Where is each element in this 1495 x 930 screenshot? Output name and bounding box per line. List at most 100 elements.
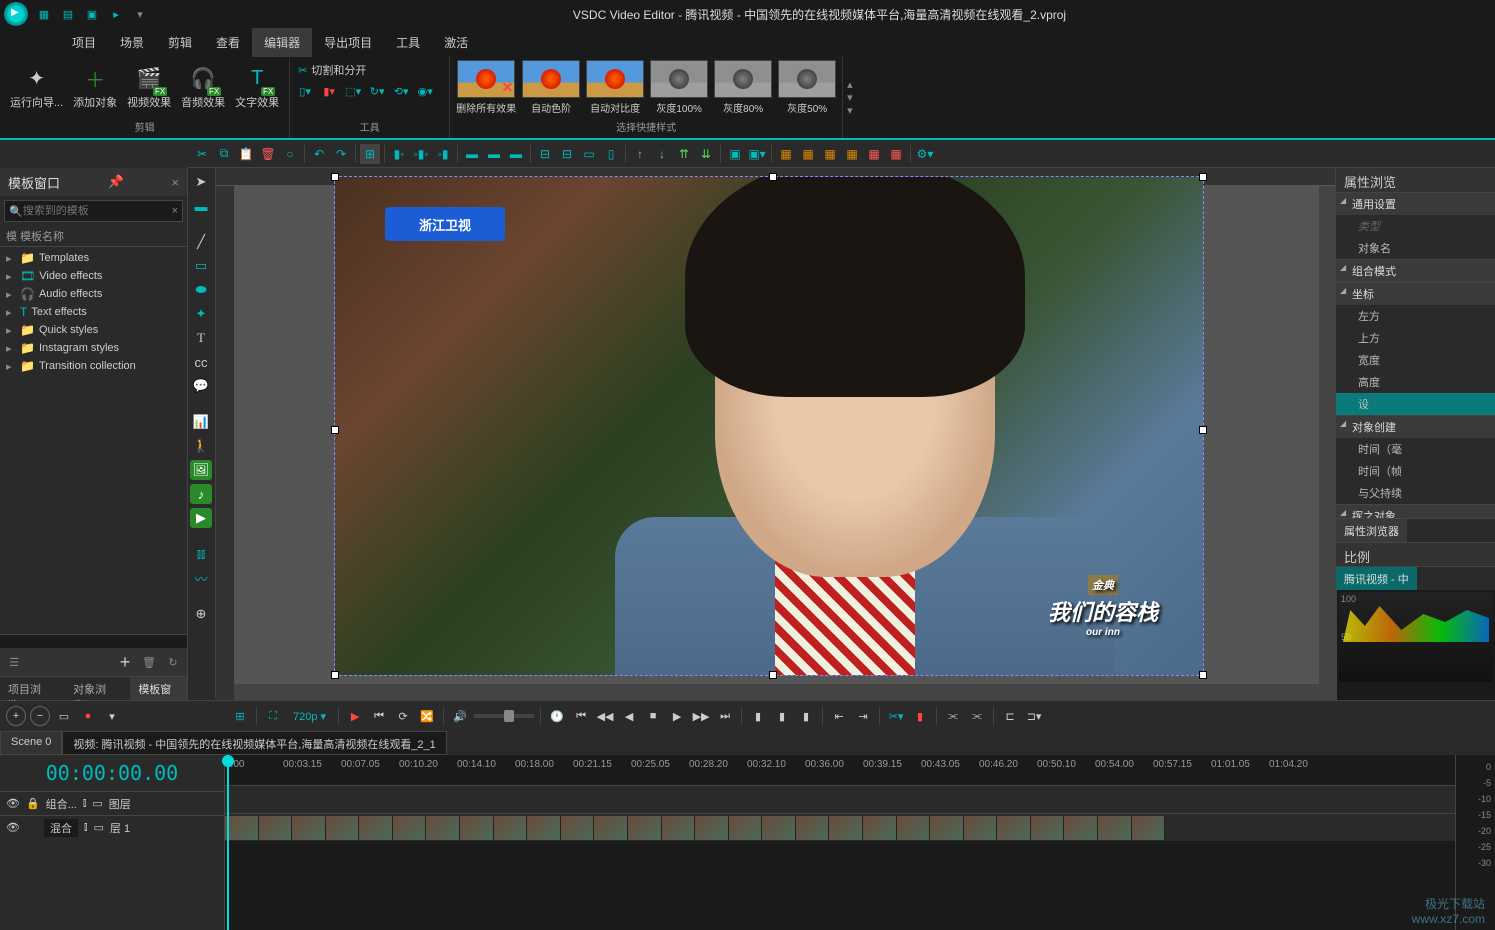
step-fwd-icon[interactable]: ▶▶ [691,706,711,726]
blend-combo[interactable]: 混合 [44,819,78,837]
fit-width-icon[interactable]: ▭ [579,144,599,164]
eye2-icon[interactable]: 👁 [6,821,20,834]
qat-open-icon[interactable]: ▤ [60,6,76,22]
tree-item[interactable]: ▸📁Instagram styles [2,339,185,357]
property-row[interactable]: 宽度 [1336,349,1495,371]
resize-handle-nw[interactable] [331,173,339,181]
spectrum-tool-icon[interactable]: ⫾⫾ [190,544,212,564]
panel-list-icon[interactable]: ☰ [6,654,22,670]
tree-item[interactable]: ▸TText effects [2,303,185,321]
volume-slider[interactable] [474,714,534,718]
tree-item[interactable]: ▸🎧Audio effects [2,285,185,303]
styles-scroll-down-icon[interactable]: ▾ [847,91,853,104]
quick-style-item[interactable]: 灰度50% [778,60,836,115]
undo-icon[interactable]: ↶ [309,144,329,164]
timeline-ruler[interactable]: 0.0000:03.1500:07.0500:10.2000:14.1000:1… [225,755,1455,785]
pin-icon[interactable]: 📌 [108,174,124,190]
split-icon[interactable]: ✂▾ [886,706,906,726]
align-left-icon[interactable]: ▮◦ [389,144,409,164]
tool-flip-icon[interactable]: ⟲▾ [392,82,410,100]
person-tool-icon[interactable]: 🚶 [190,436,212,456]
arrow-down2-icon[interactable]: ⇊ [696,144,716,164]
playhead[interactable] [227,755,229,930]
grid6-icon[interactable]: ▦ [886,144,906,164]
grid1-icon[interactable]: ▦ [776,144,796,164]
tree-item[interactable]: ▸📁Transition collection [2,357,185,375]
resize-handle-ne[interactable] [1199,173,1207,181]
marker3-icon[interactable]: ▮ [796,706,816,726]
ratio-tab[interactable]: 腾讯视频 - 中 [1336,567,1417,590]
qat-new-icon[interactable]: ▦ [36,6,52,22]
group-icon[interactable]: ▣ [725,144,745,164]
resize-handle-w[interactable] [331,426,339,434]
tool-rotate-icon[interactable]: ↻▾ [368,82,386,100]
redo-icon[interactable]: ↷ [331,144,351,164]
loop-icon[interactable]: ⟳ [393,706,413,726]
property-row[interactable]: 时间（毫 [1336,438,1495,460]
property-section-header[interactable]: 挥之对象 [1336,504,1495,518]
distribute-h-icon[interactable]: ⊟ [535,144,555,164]
video-object[interactable]: 浙江卫视 金典 我们的容栈 our inn [334,176,1204,676]
track-combo[interactable]: 组合... [46,796,77,812]
resize-handle-e[interactable] [1199,426,1207,434]
refresh-icon[interactable]: ↻ [165,654,181,670]
fit-height-icon[interactable]: ▯ [601,144,621,164]
select-all-icon[interactable]: ⊞ [360,144,380,164]
grid2-icon[interactable]: ▦ [798,144,818,164]
property-row[interactable]: 上方 [1336,327,1495,349]
clock-icon[interactable]: 🕐 [547,706,567,726]
panel-tab[interactable]: 对象浏览... [65,677,130,700]
delete-icon[interactable]: 🗑 [258,144,278,164]
property-row[interactable]: 设 [1336,393,1495,415]
ribbon-button[interactable]: ✦运行向导... [6,60,67,112]
qat-save-icon[interactable]: ▣ [84,6,100,22]
marker2-icon[interactable]: ▮ [772,706,792,726]
step-back-icon[interactable]: ◀ [619,706,639,726]
quick-style-item[interactable]: ✕删除所有效果 [456,60,516,115]
arrow-up2-icon[interactable]: ⇈ [674,144,694,164]
panel-tab[interactable]: 项目浏览... [0,677,65,700]
zoom-in-icon[interactable]: + [6,706,26,726]
tool-resize-icon[interactable]: ⬚▾ [344,82,362,100]
ribbon-button[interactable]: 🎧FX音频效果 [177,60,229,112]
copy-icon[interactable]: ⧉ [214,144,234,164]
tree-item[interactable]: ▸📁Templates [2,249,185,267]
lock-icon[interactable]: 🔒 [26,797,40,810]
template-search-input[interactable] [23,205,172,217]
property-section-header[interactable]: 坐标 [1336,282,1495,305]
resize-handle-s[interactable] [769,671,777,679]
menu-item[interactable]: 导出项目 [312,28,384,57]
track2-film-icon[interactable]: ▭ [94,821,104,834]
tooltip-tool-icon[interactable]: 💬 [190,376,212,396]
styles-expand-icon[interactable]: ▾ [847,104,853,117]
ribbon-button[interactable]: TFX文字效果 [231,60,283,112]
record-icon[interactable]: ● [78,706,98,726]
align-middle-icon[interactable]: ▬ [484,144,504,164]
goto-start-icon[interactable]: ⏮ [369,706,389,726]
first-frame-icon[interactable]: ⏮ [571,706,591,726]
ripple2-icon[interactable]: ⊐▾ [1024,706,1044,726]
menu-item[interactable]: 项目 [60,28,108,57]
tool-more-icon[interactable]: ◉▾ [416,82,434,100]
line-tool-icon[interactable]: ╱ [190,232,212,252]
property-row[interactable]: 高度 [1336,371,1495,393]
link-icon[interactable]: ⫘ [943,706,963,726]
image-tool-icon[interactable]: 🖼 [190,460,212,480]
audio-tool-icon[interactable]: ♪ [190,484,212,504]
resolution-dropdown[interactable]: 720p ▾ [287,708,332,725]
fit-icon[interactable]: ⛶ [263,706,283,726]
paste-icon[interactable]: 📋 [236,144,256,164]
menu-item[interactable]: 激活 [432,28,480,57]
zoom-fit-icon[interactable]: ▭ [54,706,74,726]
grid5-icon[interactable]: ▦ [864,144,884,164]
quick-style-item[interactable]: 自动对比度 [586,60,644,115]
cut-icon[interactable]: ✂ [192,144,212,164]
menu-item[interactable]: 剪辑 [156,28,204,57]
zoom-out-icon[interactable]: − [30,706,50,726]
menu-item[interactable]: 工具 [384,28,432,57]
align-bottom-icon[interactable]: ▬ [506,144,526,164]
panel-tab[interactable]: 模板窗口 [130,677,187,700]
out-point-icon[interactable]: ⇥ [853,706,873,726]
quick-style-item[interactable]: 灰度100% [650,60,708,115]
qat-more-icon[interactable]: ▾ [132,6,148,22]
